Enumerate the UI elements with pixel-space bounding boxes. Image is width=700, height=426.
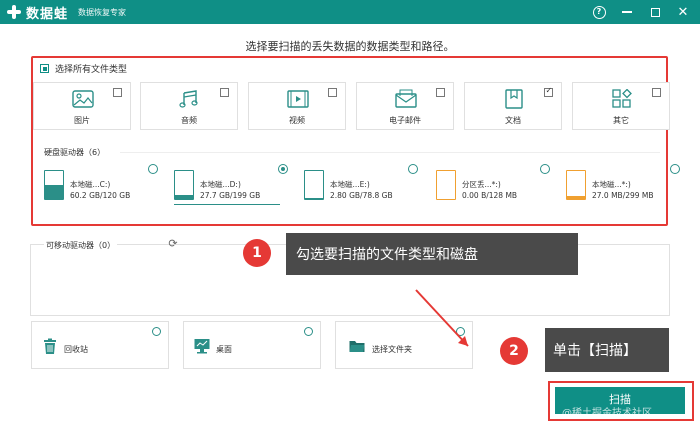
drive-c[interactable]: 本地磁...C:) 60.2 GB/120 GB <box>44 164 162 206</box>
music-icon <box>179 90 198 108</box>
location-radio[interactable] <box>152 327 161 336</box>
email-icon <box>395 89 417 108</box>
file-type-other[interactable]: 其它 <box>572 82 670 130</box>
image-icon <box>72 90 94 108</box>
hard-drive-icon <box>436 170 456 200</box>
folder-icon <box>349 341 365 352</box>
desktop-icon <box>194 339 210 354</box>
file-type-checkbox[interactable] <box>328 88 337 97</box>
divider <box>120 152 660 153</box>
drive-size: 2.80 GB/78.8 GB <box>330 191 393 200</box>
recycle-bin-icon <box>44 338 56 354</box>
step-badge: 1 <box>243 239 271 267</box>
drive-radio[interactable] <box>148 164 158 174</box>
drive-name: 本地磁...E:) <box>330 180 370 189</box>
file-type-checkbox[interactable] <box>113 88 122 97</box>
file-type-checkbox[interactable] <box>652 88 661 97</box>
help-icon: ? <box>592 5 606 19</box>
drive-local-other[interactable]: 本地磁...*:) 27.0 MB/299 MB <box>566 164 684 206</box>
help-button[interactable]: ? <box>590 3 608 21</box>
file-type-audio[interactable]: 音频 <box>140 82 238 130</box>
drive-radio[interactable] <box>670 164 680 174</box>
file-type-label: 其它 <box>613 116 629 125</box>
minimize-button[interactable] <box>618 3 636 21</box>
refresh-icon[interactable]: ⟳ <box>166 237 180 251</box>
removable-drives-label: 可移动驱动器（0） <box>44 240 118 251</box>
document-icon <box>505 89 523 109</box>
drive-radio[interactable] <box>540 164 550 174</box>
file-type-video[interactable]: 视频 <box>248 82 346 130</box>
other-icon <box>612 89 632 108</box>
file-type-checkbox[interactable] <box>436 88 445 97</box>
window-controls: ? ✕ <box>590 3 692 21</box>
app-logo: 数据蛙 数据恢复专家 <box>6 3 126 22</box>
step-badge: 2 <box>500 337 528 365</box>
file-type-list: 图片 音频 视频 电子邮件 ✓ 文档 其它 <box>33 82 670 130</box>
page-title: 选择要扫描的丢失数据的数据类型和路径。 <box>245 40 455 53</box>
location-label: 选择文件夹 <box>372 345 412 354</box>
app-name: 数据蛙 <box>26 6 69 22</box>
file-type-image[interactable]: 图片 <box>33 82 131 130</box>
drive-name: 本地磁...C:) <box>70 180 111 189</box>
file-type-checkbox[interactable] <box>220 88 229 97</box>
hard-drive-icon <box>304 170 324 200</box>
drive-size: 27.7 GB/199 GB <box>200 191 261 200</box>
checkbox-partial-icon <box>40 64 49 73</box>
file-type-label: 音频 <box>181 116 197 125</box>
select-all-checkbox[interactable]: 选择所有文件类型 <box>40 62 127 75</box>
drive-name: 本地磁...D:) <box>200 180 241 189</box>
hard-drive-icon <box>174 170 194 200</box>
file-type-checkbox[interactable] <box>544 86 553 97</box>
drive-radio[interactable] <box>408 164 418 174</box>
drive-e[interactable]: 本地磁...E:) 2.80 GB/78.8 GB <box>304 164 422 206</box>
close-icon: ✕ <box>677 4 689 20</box>
drive-name: 本地磁...*:) <box>592 180 631 189</box>
file-type-email[interactable]: 电子邮件 <box>356 82 454 130</box>
drive-d[interactable]: 本地磁...D:) 27.7 GB/199 GB <box>174 164 292 206</box>
drive-radio[interactable] <box>278 164 288 174</box>
hard-drive-icon <box>566 170 586 200</box>
hard-drives-label: 硬盘驱动器（6） <box>44 148 106 157</box>
drive-size: 27.0 MB/299 MB <box>592 191 654 200</box>
location-radio[interactable] <box>456 327 465 336</box>
title-bar: 数据蛙 数据恢复专家 ? ✕ <box>0 0 700 24</box>
callout-text: 单击【扫描】 <box>553 343 637 359</box>
watermark: @稀土掘金技术社区 <box>562 408 652 419</box>
location-select-folder[interactable]: 选择文件夹 <box>335 321 473 369</box>
select-all-label: 选择所有文件类型 <box>55 65 128 75</box>
callout-step-1: 勾选要扫描的文件类型和磁盘 <box>286 233 578 275</box>
location-desktop[interactable]: 桌面 <box>183 321 321 369</box>
plus-logo-icon <box>6 4 22 20</box>
app-window: 数据蛙 数据恢复专家 ? ✕ 选择要扫描的丢失数据的数据类型和路径。 选择所有文… <box>0 0 700 426</box>
selected-underline <box>174 204 280 205</box>
maximize-button[interactable] <box>646 3 664 21</box>
app-subtitle: 数据恢复专家 <box>78 7 127 17</box>
drive-size: 60.2 GB/120 GB <box>70 191 131 200</box>
file-type-label: 视频 <box>289 116 305 125</box>
file-type-document[interactable]: 文档 <box>464 82 562 130</box>
location-label: 桌面 <box>216 345 232 354</box>
location-recycle-bin[interactable]: 回收站 <box>31 321 169 369</box>
video-icon <box>287 90 309 108</box>
file-type-label: 文档 <box>505 116 521 125</box>
location-label: 回收站 <box>64 345 88 354</box>
file-type-label: 电子邮件 <box>389 116 421 125</box>
callout-step-2: 单击【扫描】 <box>545 328 669 372</box>
drive-lost-partition[interactable]: 分区丢...*:) 0.00 B/128 MB <box>436 164 554 206</box>
location-radio[interactable] <box>304 327 313 336</box>
callout-text: 勾选要扫描的文件类型和磁盘 <box>296 247 478 263</box>
drive-size: 0.00 B/128 MB <box>462 191 518 200</box>
close-button[interactable]: ✕ <box>674 3 692 21</box>
maximize-icon <box>650 7 660 17</box>
drive-name: 分区丢...*:) <box>462 180 501 189</box>
hard-drive-icon <box>44 170 64 200</box>
file-type-label: 图片 <box>74 116 90 125</box>
minimize-icon <box>622 11 632 13</box>
